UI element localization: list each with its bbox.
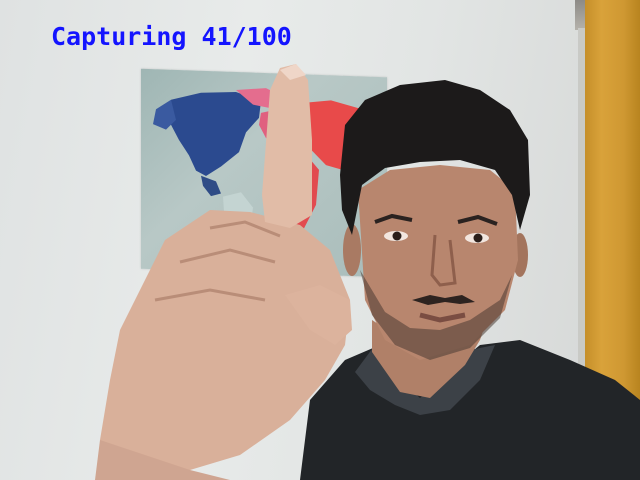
capture-count: 41/100 — [201, 22, 292, 51]
person-graphic — [95, 64, 640, 480]
camera-feed: Capturing 41/100 — [0, 0, 640, 480]
capture-status-label: Capturing — [51, 22, 187, 51]
capture-progress-label: Capturing 41/100 — [51, 24, 292, 49]
